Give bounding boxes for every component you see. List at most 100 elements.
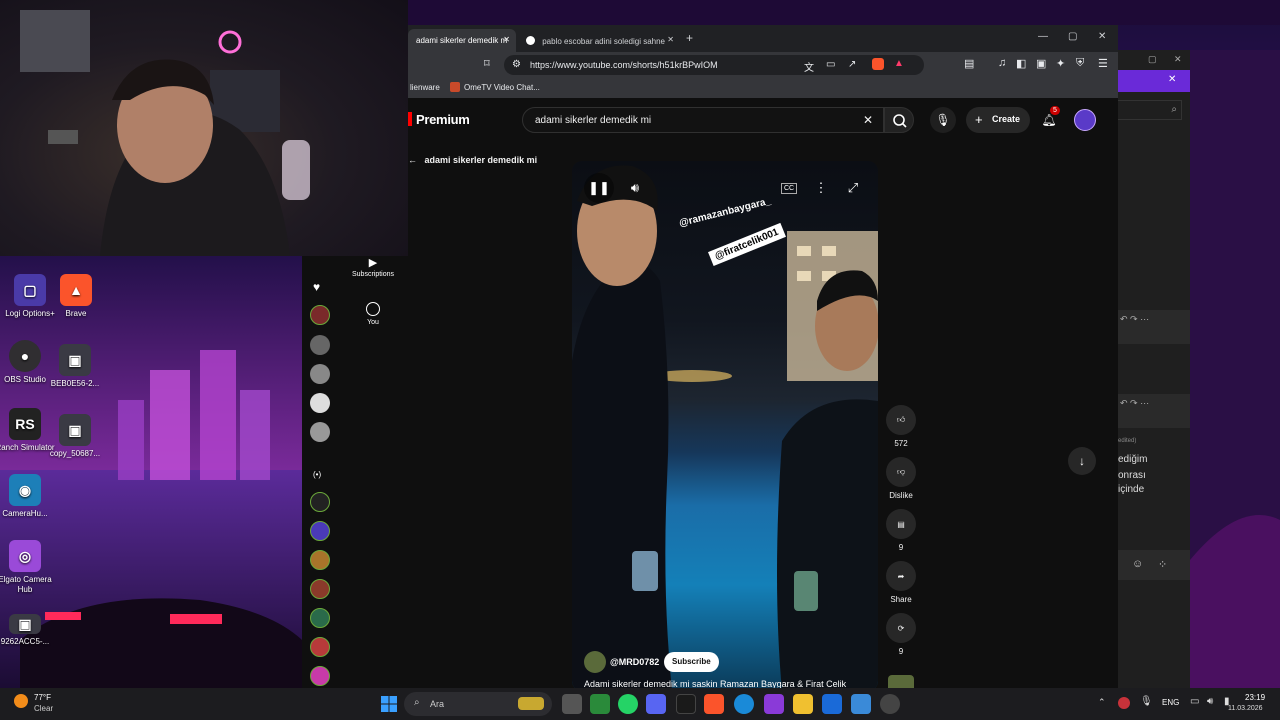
reply-icon[interactable]: ↶ ↷ ⋯ [1120,398,1149,409]
volume-icon[interactable]: 🔊︎ [1207,696,1213,707]
channel-avatar[interactable] [310,637,330,657]
desktop-icon-file-3[interactable]: ▣ 9262ACC5-... [0,614,55,647]
music-icon[interactable]: ♫ [998,57,1006,69]
volume-button[interactable]: 🔊︎ [620,173,650,203]
clock-date[interactable]: 11.03.2026 [1228,705,1263,712]
channel-avatar[interactable] [310,393,330,413]
brave-shields-icon[interactable] [872,58,884,70]
clear-search-icon[interactable]: ✕ [863,113,873,127]
close-window-button[interactable]: ✕ [1174,54,1182,65]
wallet-icon[interactable]: ▣ [1036,57,1046,70]
account-avatar[interactable] [1074,109,1096,131]
channel-avatar[interactable] [310,521,330,541]
share-icon[interactable]: ↗ [848,59,856,70]
whatsapp-icon[interactable] [618,694,638,714]
channel-avatar[interactable] [310,608,330,628]
outlook-icon[interactable] [822,694,842,714]
desktop-icon-elgato-camera-hub[interactable]: ◎ Elgato Camera Hub [0,540,55,595]
youtube-logo-icon[interactable] [408,112,412,126]
dislike-button[interactable]: 👎︎ Dislike [884,457,918,500]
desktop-icon-file-1[interactable]: ▣ BEB0E56-2... [45,344,105,389]
file-explorer-icon[interactable] [793,694,813,714]
create-button[interactable]: + Create [966,107,1030,133]
search-input[interactable]: adami sikerler demedik mi ✕ [522,107,884,133]
weather-temperature[interactable]: 77°F [34,693,51,702]
channel-avatar[interactable] [310,550,330,570]
voice-search-button[interactable]: 🎙 [930,107,956,133]
channel-avatar[interactable] [310,492,330,512]
rewards-icon[interactable]: ▲ [894,58,904,69]
translate-icon[interactable]: 文 [804,59,814,74]
youtube-premium-logo[interactable]: Premium [416,112,470,127]
leo-icon[interactable]: ✦ [1056,57,1065,70]
channel-handle[interactable]: @MRD0782 [610,657,659,667]
xbox-icon[interactable] [590,694,610,714]
remix-button[interactable]: ⟳ 9 [884,613,918,656]
obs-taskbar-icon[interactable] [880,694,900,714]
share-button[interactable]: ➦ Share [884,561,918,604]
site-info-icon[interactable]: ⚙ [512,59,521,70]
edge-icon[interactable] [734,694,754,714]
channel-avatar[interactable] [310,579,330,599]
cast-icon[interactable]: ▭ [826,59,835,70]
panel-icon[interactable]: ◧ [1016,57,1026,70]
minimize-button[interactable]: — [1038,31,1048,42]
taskbar-search[interactable]: ⌕ Ara [404,692,552,716]
maximize-button[interactable]: ▢ [1148,54,1157,65]
clock-time[interactable]: 23:19 [1245,693,1265,702]
microphone-icon[interactable]: 🎙 [1140,696,1153,707]
new-tab-button[interactable]: + [686,31,693,45]
emoji-icon[interactable]: ☺ [1132,558,1143,570]
close-icon[interactable]: ✕ [503,35,510,44]
channel-avatar[interactable] [310,666,330,686]
next-video-button[interactable]: ↓ [1068,447,1096,475]
close-icon[interactable]: ✕ [667,35,674,44]
terminal-icon[interactable] [676,694,696,714]
bookmark-item[interactable]: lienware [410,83,440,92]
tab-active[interactable]: adami sikerler demedik m ✕ [408,29,516,52]
store-icon[interactable] [851,694,871,714]
close-icon[interactable]: ✕ [1168,74,1176,85]
network-icon[interactable]: ▭ [1190,696,1199,707]
task-view-icon[interactable] [562,694,582,714]
notifications-button[interactable]: 🔔︎ 5 [1036,106,1062,133]
nav-subscriptions[interactable]: ▶ Subscriptions [338,256,408,278]
bookmark-item[interactable]: OmeTV Video Chat... [464,83,540,92]
bookmark-icon[interactable]: ⌑ [484,57,490,70]
copilot-icon[interactable] [764,694,784,714]
maximize-button[interactable]: ▢ [1068,31,1077,42]
desktop-icon-file-2[interactable]: ▣ copy_50687... [45,414,105,459]
channel-avatar[interactable] [310,335,330,355]
channel-avatar[interactable] [310,422,330,442]
menu-icon[interactable]: ☰ [1098,57,1108,70]
brave-icon[interactable] [704,694,724,714]
heart-icon[interactable]: ♥ [313,280,320,294]
reply-icon[interactable]: ↶ ↷ ⋯ [1120,314,1149,325]
nav-you[interactable]: You [338,302,408,326]
pause-button[interactable]: ❚❚ [584,173,614,203]
address-bar[interactable]: ⚙ https://www.youtube.com/shorts/h51krBP… [504,55,924,75]
channel-avatar[interactable] [310,364,330,384]
shorts-back-row[interactable]: ← adami sikerler demedik mi [408,155,537,165]
channel-avatar[interactable] [584,651,606,673]
desktop-icon-brave[interactable]: ▲ Brave [46,274,106,319]
apps-icon[interactable]: ⁘ [1158,558,1167,571]
comments-button[interactable]: ▤ 9 [884,509,918,552]
captions-button[interactable]: CC [778,177,800,199]
close-window-button[interactable]: ✕ [1098,31,1106,42]
tray-expand-icon[interactable]: ⌃ [1098,697,1106,708]
discord-icon[interactable] [646,694,666,714]
like-button[interactable]: 👍︎ 572 [884,405,918,448]
language-indicator[interactable]: ENG [1162,698,1179,707]
sound-thumbnail[interactable] [888,675,914,688]
channel-avatar[interactable] [310,305,330,325]
weather-icon[interactable] [14,694,28,708]
start-button[interactable] [381,696,397,712]
shorts-video-player[interactable]: ❚❚ 🔊︎ CC ⋮ ⤢ @ramazanbaygara_ @firatceli… [572,161,878,691]
tab-inactive[interactable]: pablo escobar adini soledigi sahne ✕ [518,29,680,52]
vpn-icon[interactable]: ⛨ [1076,57,1084,70]
more-options-button[interactable]: ⋮ [810,177,832,199]
search-button[interactable] [884,107,914,133]
panel-search-input[interactable]: ⌕ [1118,100,1182,120]
fullscreen-button[interactable]: ⤢ [842,177,864,199]
